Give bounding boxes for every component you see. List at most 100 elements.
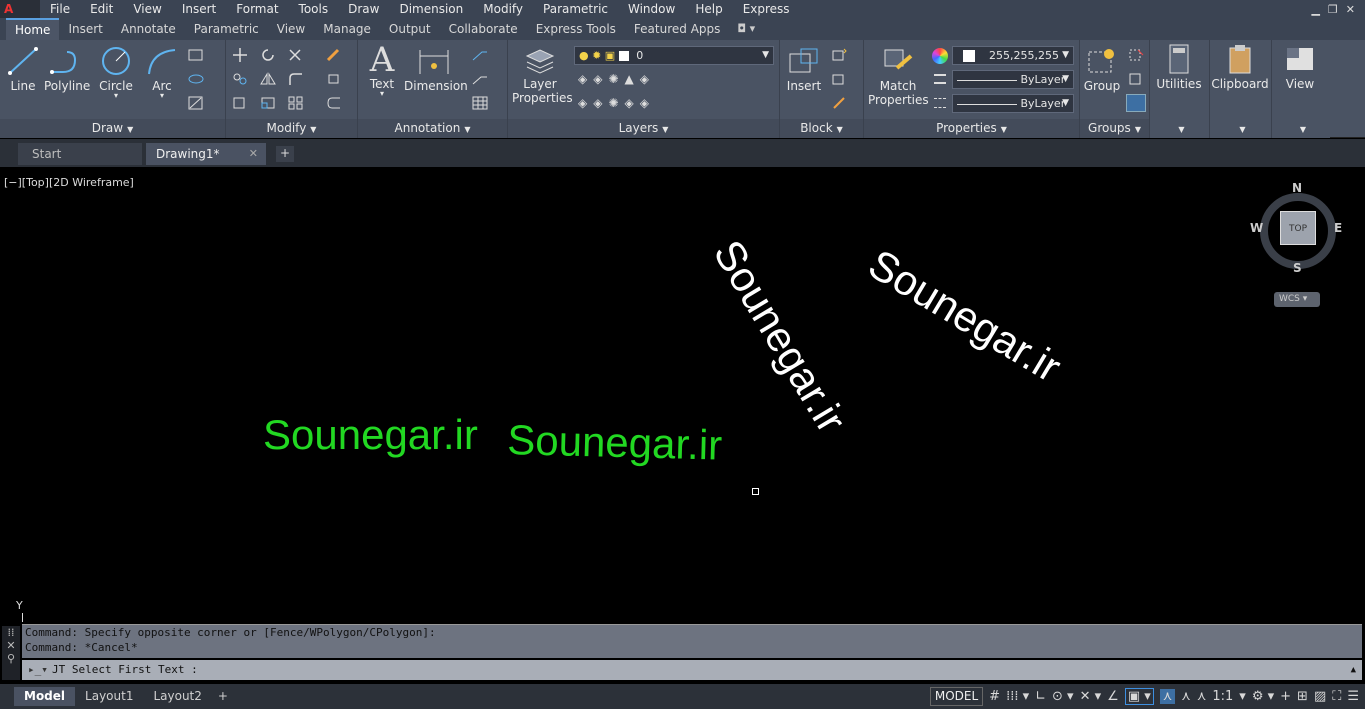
command-close-icon[interactable]: ✕ (2, 639, 20, 652)
tab-express-tools[interactable]: Express Tools (527, 18, 625, 40)
erase-icon[interactable] (326, 48, 342, 62)
edit-block-icon[interactable] (832, 72, 848, 86)
ungroup-icon[interactable] (1128, 48, 1144, 62)
drawing-text-white-1[interactable]: Sounegar.ir (704, 232, 856, 441)
menu-tools[interactable]: Tools (289, 0, 339, 18)
leader-icon[interactable] (472, 48, 488, 62)
tab-manage[interactable]: Manage (314, 18, 380, 40)
view-button[interactable]: View (1272, 44, 1328, 91)
offset-icon[interactable] (326, 96, 342, 110)
panel-draw-title[interactable]: Draw ▼ (0, 119, 225, 138)
tab-home[interactable]: Home (6, 18, 60, 40)
ribbon-options-icon[interactable]: ◘ ▾ (729, 18, 763, 40)
command-history-arrow-icon[interactable]: ▲ (1351, 660, 1356, 680)
rotate-icon[interactable] (260, 48, 276, 62)
insert-block-button[interactable]: Insert (784, 46, 824, 93)
tab-view[interactable]: View (268, 18, 314, 40)
tab-collaborate[interactable]: Collaborate (440, 18, 527, 40)
menu-parametric[interactable]: Parametric (533, 0, 618, 18)
ellipse-icon[interactable] (188, 72, 204, 86)
units-icon[interactable]: ⊞ (1297, 689, 1308, 704)
utilities-button[interactable]: Utilities (1150, 44, 1208, 91)
close-icon[interactable]: ✕ (1346, 3, 1355, 16)
color-dropdown[interactable]: 255,255,255 ▼ (952, 46, 1074, 65)
drawing-text-green-2[interactable]: Sounegar.ir (507, 416, 723, 470)
tab-featured-apps[interactable]: Featured Apps (625, 18, 729, 40)
circle-button[interactable]: Circle ▾ (96, 46, 136, 100)
auto-scale-icon[interactable]: ⋏ (1181, 689, 1191, 704)
new-tab-icon[interactable]: + (276, 146, 294, 162)
grid-icon[interactable]: # (989, 689, 1000, 704)
snap-icon[interactable]: ⁞⁞⁞ ▾ (1006, 689, 1029, 704)
minimize-icon[interactable]: ▁ (1311, 3, 1319, 16)
wcs-menu[interactable]: WCS ▾ (1274, 292, 1320, 307)
menu-edit[interactable]: Edit (80, 0, 123, 18)
menu-help[interactable]: Help (685, 0, 732, 18)
layout-tab-layout2[interactable]: Layout2 (143, 687, 211, 706)
clean-screen-icon[interactable]: ⛶ (1332, 689, 1341, 704)
restore-icon[interactable]: ❐ (1328, 3, 1338, 16)
scale-icon[interactable] (260, 96, 276, 110)
drawing-text-white-2[interactable]: Sounegar.ir (860, 240, 1069, 392)
create-block-icon[interactable] (832, 48, 848, 62)
group-button[interactable]: Group (1082, 46, 1122, 93)
multileader-icon[interactable] (472, 72, 488, 86)
command-settings-icon[interactable]: ⚲ (2, 652, 20, 665)
layer-tools-row2[interactable]: ◈◈✺◈◈ (578, 96, 655, 110)
tab-drawing1[interactable]: Drawing1* ✕ (146, 143, 266, 165)
panel-modify-title[interactable]: Modify ▼ (226, 119, 357, 138)
group-selection-toggle[interactable] (1126, 94, 1146, 112)
dimension-button[interactable]: Dimension (404, 46, 468, 93)
match-properties-button[interactable]: Match Properties (868, 46, 929, 107)
menu-window[interactable]: Window (618, 0, 685, 18)
model-space-toggle[interactable]: MODEL (929, 687, 984, 706)
ortho-icon[interactable]: ∟ (1035, 689, 1046, 704)
annotation-monitor-icon[interactable]: + (1280, 689, 1291, 704)
customization-icon[interactable]: ☰ (1347, 689, 1359, 704)
fillet-icon[interactable] (288, 72, 304, 86)
compass-east[interactable]: E (1334, 221, 1342, 235)
workspace-gear-icon[interactable]: ⚙ ▾ (1252, 689, 1274, 704)
layer-tools-row1[interactable]: ◈◈✺▲◈ (578, 72, 655, 86)
drawing-canvas[interactable]: [−][Top][2D Wireframe] Sounegar.ir Soune… (0, 167, 1365, 622)
layout-tab-model[interactable]: Model (14, 687, 76, 706)
tab-parametric[interactable]: Parametric (185, 18, 268, 40)
compass-south[interactable]: S (1293, 261, 1302, 275)
copy-icon[interactable] (232, 72, 248, 86)
trim-icon[interactable] (288, 48, 304, 62)
layout-tab-layout1[interactable]: Layout1 (75, 687, 143, 706)
polar-tracking-icon[interactable]: ⊙ ▾ (1052, 689, 1074, 704)
panel-block-title[interactable]: Block ▼ (780, 119, 863, 138)
linetype-dropdown[interactable]: ByLayer ▼ (952, 94, 1074, 113)
menu-format[interactable]: Format (226, 0, 288, 18)
command-input[interactable]: ▸_▾ JT Select First Text : ▲ (22, 660, 1362, 680)
object-snap-icon[interactable]: ▣ ▾ (1124, 688, 1154, 705)
hatch-icon[interactable] (188, 96, 204, 110)
viewcube[interactable]: TOP N S E W (1250, 181, 1342, 275)
close-tab-icon[interactable]: ✕ (249, 143, 258, 165)
annotation-visibility-icon[interactable]: ⋏ (1159, 689, 1176, 704)
text-button[interactable]: A Text ▾ (364, 43, 400, 98)
rectangle-icon[interactable] (188, 48, 204, 62)
group-edit-icon[interactable] (1128, 72, 1144, 86)
menu-draw[interactable]: Draw (338, 0, 389, 18)
mirror-icon[interactable] (260, 72, 276, 86)
lineweight-dropdown[interactable]: ByLayer ▼ (952, 70, 1074, 89)
panel-annotation-title[interactable]: Annotation ▼ (358, 119, 507, 138)
add-layout-icon[interactable]: + (212, 687, 234, 706)
array-icon[interactable] (288, 96, 304, 110)
isodraft-icon[interactable]: ✕ ▾ (1080, 689, 1102, 704)
compass-west[interactable]: W (1250, 221, 1263, 235)
layer-properties-button[interactable]: Layer Properties (512, 44, 573, 105)
panel-groups-title[interactable]: Groups ▼ (1080, 119, 1149, 138)
tab-output[interactable]: Output (380, 18, 440, 40)
menu-modify[interactable]: Modify (473, 0, 533, 18)
line-button[interactable]: Line (6, 46, 40, 93)
edit-attributes-icon[interactable] (832, 96, 848, 110)
drawing-text-green-1[interactable]: Sounegar.ir (263, 411, 478, 459)
menu-express[interactable]: Express (733, 0, 800, 18)
arc-button[interactable]: Arc ▾ (144, 46, 180, 100)
object-snap-tracking-icon[interactable]: ∠ (1107, 689, 1119, 704)
app-logo[interactable]: A (0, 0, 40, 18)
annotation-scale-icon[interactable]: ⋏ (1197, 689, 1207, 704)
